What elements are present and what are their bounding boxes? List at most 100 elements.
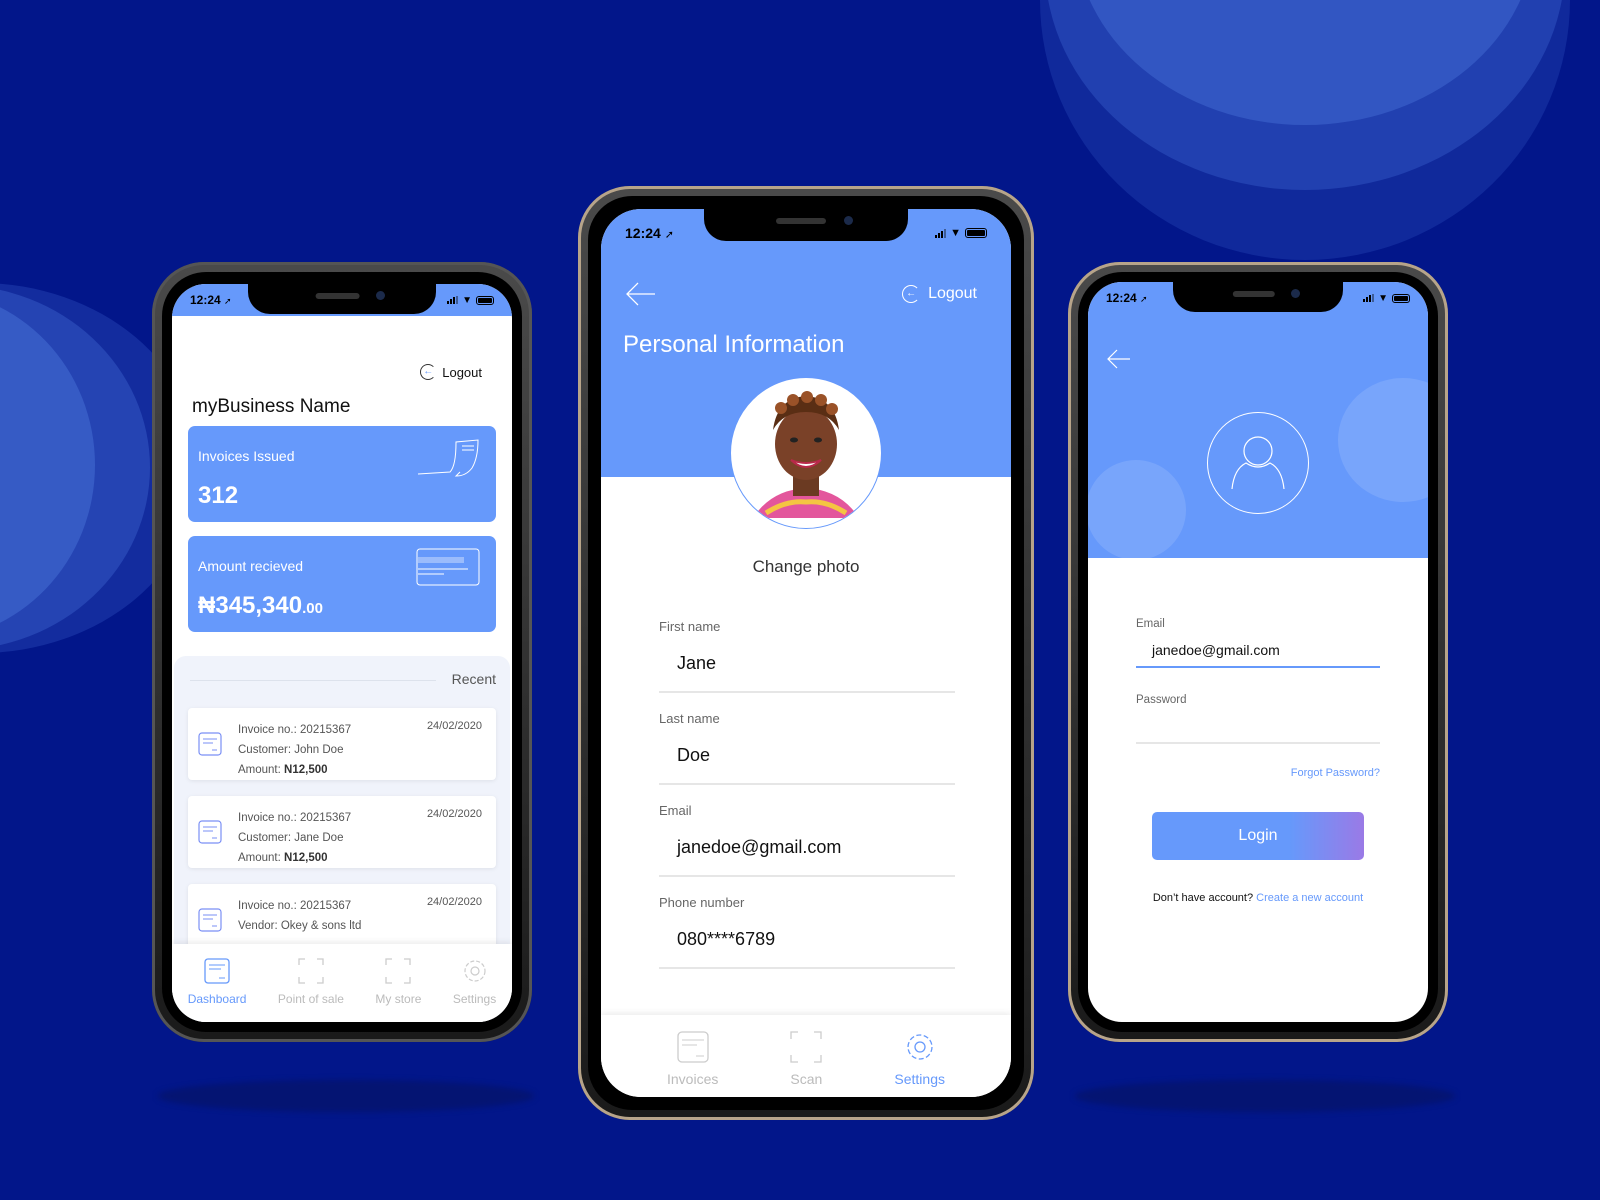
tab-label: Invoices [667, 1071, 719, 1087]
tab-label: Scan [790, 1071, 823, 1087]
last-name-field[interactable]: Last name Doe [659, 711, 955, 785]
dashboard-screen: 12:24 ➚ ▼ ← Logout myBusiness Name Invoi… [172, 284, 512, 1022]
phone-profile: 12:24 ➚ ▼ ← Logout Personal Information [578, 186, 1034, 1120]
gear-icon [463, 960, 486, 982]
no-account-text: Don’t have account? [1152, 892, 1254, 904]
tab-dashboard[interactable]: Dashboard [187, 958, 247, 1006]
notch [704, 209, 908, 241]
field-value: janedoe@gmail.com [677, 837, 842, 857]
invoice-amount: Amount: N12,500 [238, 764, 328, 776]
recent-heading: Recent [451, 671, 496, 687]
location-arrow-icon: ➚ [1140, 294, 1148, 304]
divider [190, 680, 436, 681]
camera [844, 216, 853, 225]
logout-button[interactable]: ← Logout [420, 364, 482, 380]
avatar-portrait [753, 391, 859, 518]
field-label: Email [1136, 618, 1165, 630]
wifi-icon: ▼ [1378, 292, 1388, 304]
profile-photo[interactable] [730, 377, 882, 529]
create-account-link[interactable]: Create a new account [1256, 892, 1363, 904]
field-value: 080****6789 [677, 929, 776, 949]
login-button[interactable]: Login [1152, 812, 1364, 860]
tab-settings[interactable]: Settings [894, 1031, 945, 1087]
signup-prompt: Don’t have account? Create a new account [1088, 892, 1428, 904]
field-label: First name [659, 619, 721, 634]
tab-invoices[interactable]: Invoices [667, 1031, 718, 1087]
background-circle [0, 290, 95, 640]
signal-icon [447, 296, 459, 304]
speaker [776, 218, 826, 224]
gear-icon [907, 1034, 933, 1060]
camera [376, 291, 385, 300]
tab-my-store[interactable]: My store [375, 958, 421, 1006]
phone-number-field[interactable]: Phone number 080****6789 [659, 895, 955, 969]
arrow-left-icon[interactable] [1106, 348, 1132, 370]
document-icon [198, 732, 222, 756]
decorative-bubble [1088, 460, 1186, 558]
invoice-party: Customer: Jane Doe [238, 832, 344, 844]
password-field[interactable]: Password [1136, 694, 1380, 744]
logout-icon: ← [420, 364, 437, 380]
password-input[interactable] [1152, 718, 1380, 738]
invoices-issued-label: Invoices Issued [198, 448, 295, 464]
bottom-tab-bar: Invoices Scan Settings [601, 1015, 1011, 1097]
login-screen: 12:24 ➚ ▼ Email janedoe@gmail.com Passwo… [1088, 282, 1428, 1022]
logout-button[interactable]: ← Logout [902, 285, 977, 303]
invoice-list-item[interactable]: Invoice no.: 20215367 Customer: John Doe… [188, 708, 496, 780]
arrow-left-icon[interactable] [625, 281, 657, 307]
background-circle [1045, 0, 1565, 190]
invoice-paper-icon [417, 439, 479, 477]
document-icon [677, 1031, 709, 1063]
email-field[interactable]: Email janedoe@gmail.com [1136, 618, 1380, 668]
document-icon [198, 908, 222, 932]
notch [248, 284, 436, 314]
currency-symbol: ₦ [198, 592, 216, 619]
field-label: Email [659, 803, 692, 818]
phone-shadow [1075, 1080, 1455, 1112]
battery-icon [965, 228, 987, 238]
field-label: Phone number [659, 895, 745, 910]
amount-received-value: ₦345,340.00 [198, 592, 323, 620]
card-icon [416, 548, 480, 586]
phone-dashboard: 12:24 ➚ ▼ ← Logout myBusiness Name Invoi… [152, 262, 532, 1042]
change-photo-link[interactable]: Change photo [601, 557, 1011, 577]
tab-settings[interactable]: Settings [453, 958, 496, 1006]
tab-label: Settings [894, 1071, 945, 1087]
email-field[interactable]: Email janedoe@gmail.com [659, 803, 955, 877]
phone-shadow [158, 1080, 534, 1112]
forgot-password-link[interactable]: Forgot Password? [1291, 767, 1380, 779]
field-underline [1136, 742, 1380, 744]
invoice-party: Vendor: Okey & sons ltd [238, 920, 362, 932]
location-arrow-icon: ➚ [224, 296, 232, 306]
tab-label: Dashboard [187, 992, 247, 1006]
status-time: 12:24 [625, 225, 661, 241]
speaker [1232, 291, 1275, 297]
tab-scan[interactable]: Scan [790, 1031, 822, 1087]
battery-icon [476, 295, 494, 305]
status-time: 12:24 [1106, 291, 1137, 305]
amount-received-label: Amount recieved [198, 558, 304, 574]
wifi-icon: ▼ [462, 294, 472, 306]
invoice-number: Invoice no.: 20215367 [238, 812, 352, 824]
scan-frame-icon [385, 958, 412, 984]
tab-point-of-sale[interactable]: Point of sale [278, 958, 344, 1006]
invoice-date: 24/02/2020 [426, 896, 482, 908]
email-input[interactable]: janedoe@gmail.com [1152, 642, 1380, 662]
bottom-tab-bar: Dashboard Point of sale My store Setting… [172, 944, 512, 1022]
invoice-number: Invoice no.: 20215367 [238, 900, 352, 912]
user-avatar-placeholder [1207, 412, 1309, 514]
location-arrow-icon: ➚ [664, 229, 674, 241]
business-name: myBusiness Name [192, 396, 351, 417]
scan-frame-icon [790, 1031, 823, 1063]
document-icon [204, 958, 230, 984]
decorative-bubble [1338, 378, 1428, 502]
invoices-issued-card[interactable]: Invoices Issued 312 [188, 426, 496, 522]
field-label: Password [1136, 694, 1187, 706]
user-icon [1231, 436, 1285, 490]
invoice-list-item[interactable]: Invoice no.: 20215367 Customer: Jane Doe… [188, 796, 496, 868]
speaker [315, 293, 360, 299]
background-circle [1075, 0, 1535, 125]
amount-received-card[interactable]: Amount recieved ₦345,340.00 [188, 536, 496, 632]
first-name-field[interactable]: First name Jane [659, 619, 955, 693]
field-underline [1136, 666, 1380, 668]
